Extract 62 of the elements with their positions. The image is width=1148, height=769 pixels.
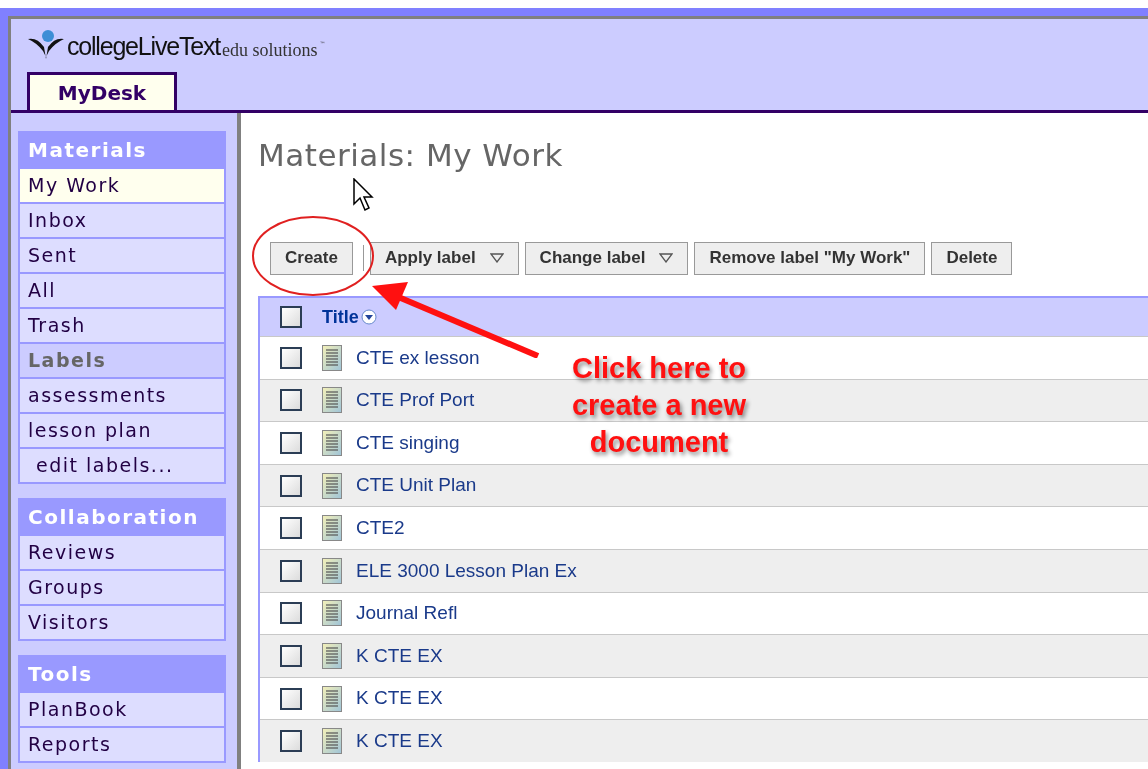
checkbox[interactable] xyxy=(280,559,302,582)
checkbox[interactable] xyxy=(280,432,302,454)
dropdown-button[interactable]: Change label xyxy=(524,241,689,275)
section-heading: Collaboration xyxy=(20,500,224,534)
document-link[interactable]: K CTE EX xyxy=(356,726,443,756)
tab[interactable]: MyDesk xyxy=(27,72,177,110)
sidebar-item[interactable]: Visitors xyxy=(20,604,224,639)
sidebar-item[interactable]: assessments xyxy=(20,377,224,412)
document-link[interactable]: CTE singing xyxy=(356,428,460,458)
document-icon xyxy=(322,430,342,456)
document-link[interactable]: Journal Refl xyxy=(356,599,458,628)
document-icon xyxy=(322,642,342,669)
dropdown-button[interactable]: Apply label xyxy=(369,241,519,275)
column-header[interactable]: Title xyxy=(322,303,359,331)
document-icon xyxy=(322,728,342,755)
toolbar-button[interactable]: Create xyxy=(270,241,353,275)
section-heading: Materials xyxy=(20,133,224,167)
sidebar-item[interactable]: Trash xyxy=(20,307,224,342)
document-icon xyxy=(322,685,342,712)
checkbox[interactable] xyxy=(280,474,302,497)
sidebar-item[interactable]: PlanBook xyxy=(20,691,224,726)
sidebar-item[interactable]: lesson plan xyxy=(20,412,224,447)
document-link[interactable]: ELE 3000 Lesson Plan Ex xyxy=(356,556,577,585)
annotation-text: Click here to create a new document xyxy=(570,351,748,460)
document-link[interactable]: CTE ex lesson xyxy=(356,343,480,373)
document-icon xyxy=(322,557,342,584)
checkbox[interactable] xyxy=(280,602,302,625)
checkbox[interactable] xyxy=(280,346,302,369)
sidebar-item[interactable]: Sent xyxy=(20,237,224,272)
pointer-icon xyxy=(353,178,375,212)
caret-icon xyxy=(489,253,504,263)
sidebar-item[interactable]: Inbox xyxy=(20,202,224,237)
checkbox[interactable] xyxy=(280,644,302,667)
document-link[interactable]: K CTE EX xyxy=(356,684,443,713)
checkbox[interactable] xyxy=(280,687,302,710)
toolbar-button[interactable]: Delete xyxy=(931,241,1013,275)
checkbox[interactable] xyxy=(280,517,302,540)
logo-brand: collegeLiveText xyxy=(67,34,220,59)
sidebar-item[interactable]: All xyxy=(20,272,224,307)
checkbox[interactable] xyxy=(280,730,302,753)
sidebar-item[interactable]: edit labels... xyxy=(20,447,224,482)
document-icon xyxy=(322,600,342,627)
document-link[interactable]: CTE2 xyxy=(356,513,405,543)
document-icon xyxy=(322,515,342,542)
document-link[interactable]: K CTE EX xyxy=(356,641,443,671)
sidebar-item[interactable]: My Work xyxy=(20,167,224,202)
section-heading: Tools xyxy=(20,657,224,691)
checkbox[interactable] xyxy=(280,389,302,412)
document-icon xyxy=(322,344,342,371)
page-title: Materials: My Work xyxy=(258,136,563,175)
document-icon xyxy=(322,387,342,414)
sort-icon[interactable] xyxy=(360,309,377,325)
document-icon xyxy=(322,472,342,499)
toolbar-button[interactable]: Remove label "My Work" xyxy=(694,241,926,275)
sidebar-item[interactable]: Reports xyxy=(20,726,224,761)
document-link[interactable]: CTE Prof Port xyxy=(356,386,475,415)
logo-tagline: edu solutions xyxy=(221,41,318,59)
sidebar-item[interactable]: Groups xyxy=(20,569,224,604)
checkbox[interactable] xyxy=(280,306,302,328)
document-link[interactable]: CTE Unit Plan xyxy=(356,471,477,500)
caret-icon xyxy=(659,253,674,263)
sidebar-item[interactable]: Reviews xyxy=(20,534,224,569)
